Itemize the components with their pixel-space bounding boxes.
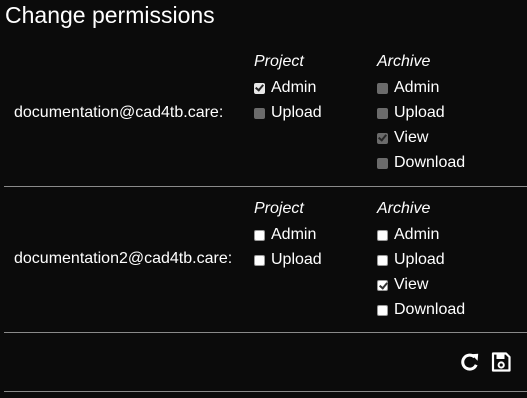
perm-archive-upload: Upload xyxy=(377,103,445,123)
perm-label: View xyxy=(394,129,429,146)
checkbox xyxy=(254,82,265,94)
perm-label: Upload xyxy=(271,104,322,121)
perm-project-admin: Admin xyxy=(254,78,316,98)
checkbox xyxy=(377,82,388,94)
perm-label: Download xyxy=(394,301,466,318)
perm-label: View xyxy=(394,276,429,293)
perm-project-admin[interactable]: Admin xyxy=(254,225,316,245)
perm-label: Upload xyxy=(271,251,322,268)
perm-label: Admin xyxy=(271,226,317,243)
perm-project-upload: Upload xyxy=(254,103,322,123)
checkbox xyxy=(254,107,265,119)
perm-archive-download: Download xyxy=(377,153,465,173)
checkbox[interactable] xyxy=(377,304,388,316)
archive-group-header: Archive xyxy=(377,53,431,70)
archive-group-header: Archive xyxy=(377,200,431,217)
user-email: documentation2@cad4tb.care: xyxy=(14,250,233,267)
save-icon xyxy=(491,352,511,372)
refresh-button[interactable] xyxy=(459,351,481,373)
refresh-icon xyxy=(461,353,479,371)
perm-label: Upload xyxy=(394,251,445,268)
perm-label: Admin xyxy=(394,79,440,96)
perm-archive-admin[interactable]: Admin xyxy=(377,225,439,245)
perm-label: Download xyxy=(394,154,466,171)
checkbox[interactable] xyxy=(254,229,265,241)
perm-archive-view: View xyxy=(377,128,428,148)
perm-archive-download[interactable]: Download xyxy=(377,300,465,320)
checkbox[interactable] xyxy=(377,279,388,291)
checkbox xyxy=(377,157,388,169)
checkbox[interactable] xyxy=(377,254,388,266)
save-button[interactable] xyxy=(490,351,512,373)
perm-label: Upload xyxy=(394,104,445,121)
perm-archive-admin: Admin xyxy=(377,78,439,98)
checkbox[interactable] xyxy=(254,254,265,266)
project-group-header: Project xyxy=(254,200,304,217)
checkbox xyxy=(377,107,388,119)
user-permission-row: documentation@cad4tb.care: Project Archi… xyxy=(4,40,527,187)
checkbox[interactable] xyxy=(377,229,388,241)
page-title: Change permissions xyxy=(5,2,215,28)
user-permission-row: documentation2@cad4tb.care: Project Arch… xyxy=(4,187,527,333)
perm-project-upload[interactable]: Upload xyxy=(254,250,322,270)
project-group-header: Project xyxy=(254,53,304,70)
action-bar xyxy=(4,333,527,392)
perm-label: Admin xyxy=(271,79,317,96)
user-email: documentation@cad4tb.care: xyxy=(14,104,224,121)
perm-label: Admin xyxy=(394,226,440,243)
perm-archive-upload[interactable]: Upload xyxy=(377,250,445,270)
perm-archive-view[interactable]: View xyxy=(377,275,428,295)
checkbox xyxy=(377,132,388,144)
